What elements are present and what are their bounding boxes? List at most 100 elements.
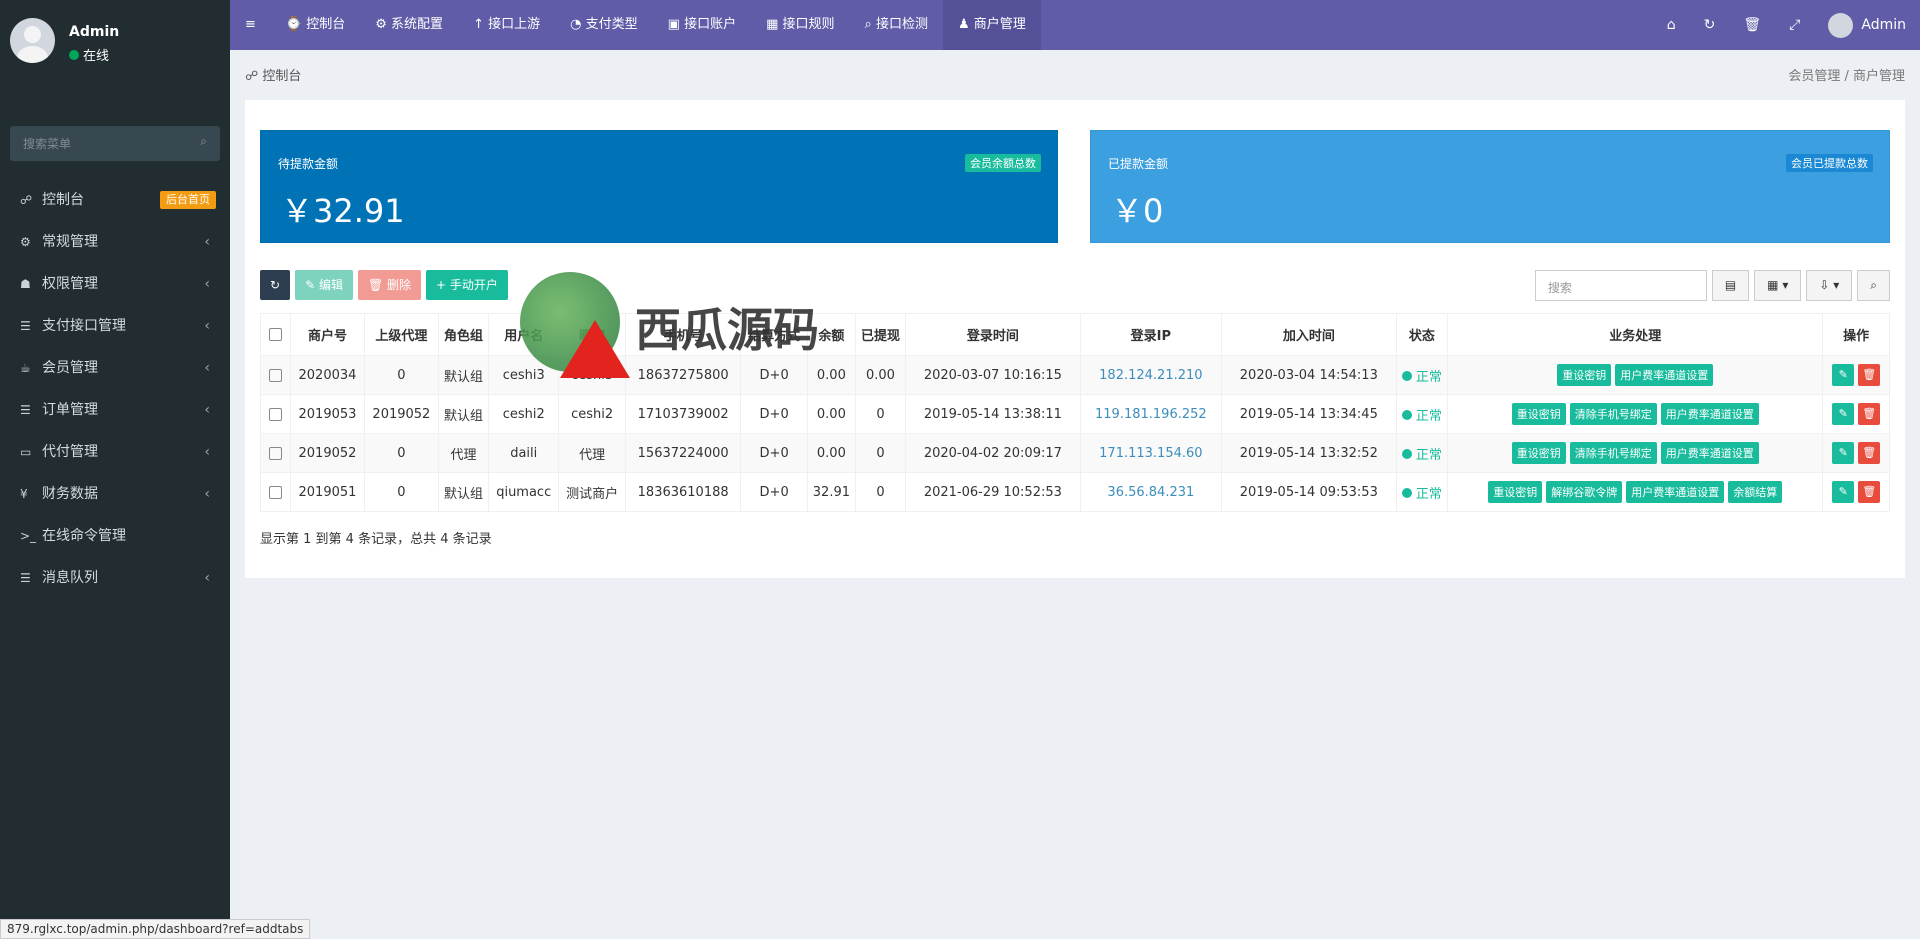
table-cell: 默认组 [437,355,490,395]
sidebar: Admin 在线 搜索菜单 ⌕ ☍ 控制台 后台首页 ⚙ 常规管理 ‹ ☗ 权限管理 ‹ ☰ 支付接口… [0,0,230,939]
edit-row-icon[interactable]: ✎ [1832,442,1855,464]
table-row: 2019051 0 默认组 qiumacc 测试商户 18363610188 D+0 32.9… [260,472,1890,512]
column-header[interactable]: 状态 [1395,313,1449,356]
column-header[interactable]: 已提现 [854,313,907,356]
op-button[interactable]: 重设密钥 [1488,481,1543,503]
op-button[interactable]: 余额结算 [1728,481,1783,503]
menu-toggle-icon[interactable]: ≡ [230,0,271,50]
merchant-table: 商户号上级代理角色组用户名昵称手机号结算方式余额已提现登录时间登录IP加入时间状… [260,313,1890,512]
checkbox[interactable] [269,407,282,421]
delete-row-icon[interactable]: 🗑 [1858,364,1881,386]
table-cell: 测试商户 [558,472,626,512]
trash-icon[interactable]: 🗑 [1729,17,1775,33]
top-navbar: ≡ ⌚ 控制台 ⚙ 系统配置 ↑ 接口上游 ◔ 支付类型 ▣ 接口账户 ▦ 接口规则 ⌕ 接… [230,0,1920,50]
delete-button[interactable]: 🗑 删除 [357,270,422,300]
row-select[interactable] [260,355,291,395]
sidebar-item-2[interactable]: ☗ 权限管理 ‹ [0,263,230,305]
login-ip-link[interactable]: 171.113.154.60 [1079,433,1223,473]
op-button[interactable]: 用户费率通道设置 [1615,364,1714,386]
edit-row-icon[interactable]: ✎ [1832,403,1855,425]
sidebar-item-9[interactable]: ☰ 消息队列 ‹ [0,557,230,599]
row-select[interactable] [260,472,291,512]
row-select[interactable] [260,433,291,473]
search-icon[interactable]: ⌕ [200,134,207,149]
op-button[interactable]: 用户费率通道设置 [1626,481,1725,503]
nav-item-2[interactable]: ↑ 接口上游 [458,0,555,50]
refresh-icon[interactable]: ↻ [1690,17,1730,33]
checkbox[interactable] [269,368,282,382]
column-header[interactable]: 业务处理 [1447,313,1824,356]
delete-row-icon[interactable]: 🗑 [1858,403,1881,425]
edit-row-icon[interactable]: ✎ [1832,481,1855,503]
add-account-button[interactable]: + 手动开户 [426,270,508,300]
column-header[interactable]: 加入时间 [1221,313,1397,356]
nav-item-6[interactable]: ⌕ 接口检测 [850,0,943,50]
login-ip-link[interactable]: 36.56.84.231 [1079,472,1223,512]
nav-icon: ♟ [957,17,970,32]
column-header[interactable]: 操作 [1822,313,1890,356]
row-select[interactable] [260,394,291,434]
sidebar-item-6[interactable]: ▭ 代付管理 ‹ [0,431,230,473]
column-header[interactable]: 商户号 [290,313,365,356]
nav-item-3[interactable]: ◔ 支付类型 [555,0,653,50]
op-button[interactable]: 重设密钥 [1557,364,1612,386]
select-all[interactable] [260,313,291,356]
table-cell: 0 [854,394,907,434]
edit-row-icon[interactable]: ✎ [1832,364,1855,386]
column-header[interactable]: 上级代理 [363,313,439,356]
op-button[interactable]: 用户费率通道设置 [1660,442,1759,464]
menu-search-input[interactable]: 搜索菜单 ⌕ [10,126,220,161]
breadcrumb-right[interactable]: 会员管理 / 商户管理 [1788,65,1905,84]
nav-item-0[interactable]: ⌚ 控制台 [271,0,360,50]
business-ops: 重设密钥 清除手机号绑定 用户费率通道设置 [1447,433,1824,473]
op-button[interactable]: 清除手机号绑定 [1569,403,1657,425]
op-button[interactable]: 重设密钥 [1511,403,1566,425]
delete-row-icon[interactable]: 🗑 [1858,442,1881,464]
status-cell: 正常 [1395,472,1449,512]
avatar [10,18,55,63]
delete-row-icon[interactable]: 🗑 [1858,481,1881,503]
pagination-info: 显示第 1 到第 4 条记录，总共 4 条记录 [260,532,492,547]
export-icon[interactable]: ⇩ ▾ [1806,270,1853,301]
nav-item-7[interactable]: ♟ 商户管理 [942,0,1041,50]
admin-menu[interactable]: Admin [1814,12,1920,38]
nav-label: 接口规则 [782,17,835,32]
column-header[interactable]: 登录IP [1079,313,1223,356]
edit-button[interactable]: ✎ 编辑 [295,270,353,300]
toggle-view-icon[interactable]: ▤ [1711,270,1750,301]
nav-item-1[interactable]: ⚙ 系统配置 [360,0,458,50]
table-search-input[interactable]: 搜索 [1534,270,1707,301]
home-icon[interactable]: ⌂ [1653,17,1690,33]
status-text: 正常 [1415,486,1442,502]
chevron-left-icon: ‹ [204,444,210,460]
op-button[interactable]: 清除手机号绑定 [1569,442,1657,464]
sidebar-item-1[interactable]: ⚙ 常规管理 ‹ [0,221,230,263]
checkbox[interactable] [269,328,282,341]
login-ip-link[interactable]: 182.124.21.210 [1079,355,1223,395]
stat-pending: 待提款金额 ￥32.91 会员余额总数 [260,130,1058,243]
op-button[interactable]: 解绑谷歌令牌 [1546,481,1623,503]
sidebar-item-8[interactable]: >_ 在线命令管理 [0,515,230,557]
sidebar-item-3[interactable]: ☰ 支付接口管理 ‹ [0,305,230,347]
status-text: 正常 [1415,369,1442,385]
sidebar-item-4[interactable]: ☕ 会员管理 ‹ [0,347,230,389]
login-ip-link[interactable]: 119.181.196.252 [1079,394,1223,434]
nav-icon: ▦ [766,17,779,32]
checkbox[interactable] [269,485,282,499]
table-row: 2019053 2019052 默认组 ceshi2 ceshi2 17103739002… [260,394,1890,434]
columns-icon[interactable]: ▦ ▾ [1754,270,1802,301]
sidebar-item-5[interactable]: ☰ 订单管理 ‹ [0,389,230,431]
sidebar-item-7[interactable]: ¥ 财务数据 ‹ [0,473,230,515]
op-button[interactable]: 重设密钥 [1511,442,1566,464]
refresh-button[interactable]: ↻ [260,270,291,300]
column-header[interactable]: 角色组 [437,313,490,356]
chevron-left-icon: ‹ [204,402,210,418]
nav-item-4[interactable]: ▣ 接口账户 [653,0,751,50]
nav-item-5[interactable]: ▦ 接口规则 [751,0,849,50]
advanced-search-icon[interactable]: ⌕ [1857,270,1890,301]
checkbox[interactable] [269,446,282,460]
column-header[interactable]: 登录时间 [905,313,1081,356]
fullscreen-icon[interactable]: ⤢ [1775,17,1814,33]
op-button[interactable]: 用户费率通道设置 [1660,403,1759,425]
sidebar-item-0[interactable]: ☍ 控制台 后台首页 [0,179,230,221]
